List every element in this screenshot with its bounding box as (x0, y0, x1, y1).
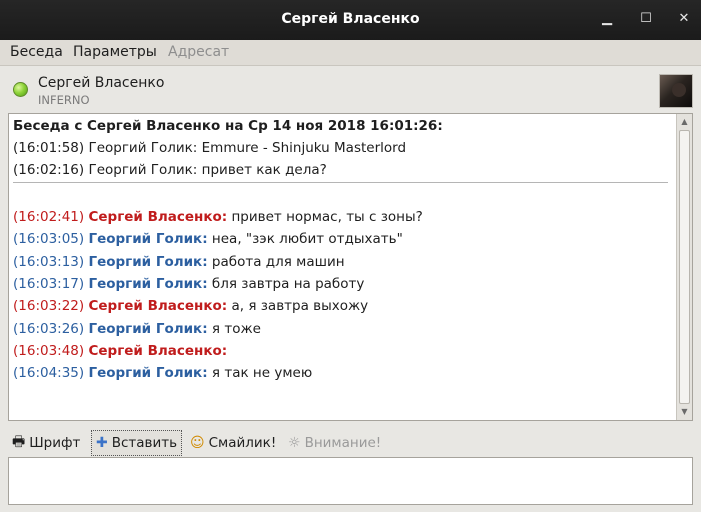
history-line: (16:02:16) Георгий Голик: привет как дел… (13, 162, 327, 178)
message-timestamp: (16:03:13) (13, 253, 85, 270)
message-text: неа, "зэк любит отдыхать" (211, 231, 403, 248)
close-button[interactable]: ✕ (672, 8, 696, 30)
insert-button-label: Вставить (111, 435, 178, 451)
message-text: а, я завтра выхожу (231, 298, 369, 315)
message-timestamp: (16:02:41) (13, 209, 85, 225)
scroll-down-arrow-icon[interactable]: ▼ (677, 405, 692, 419)
message-text: работа для машин (211, 253, 345, 270)
smiley-icon: ☺ (190, 435, 205, 451)
attention-icon: ☼ (288, 435, 301, 451)
message-sender: Сергей Власенко: (88, 209, 228, 225)
avatar[interactable] (659, 74, 693, 108)
contact-status-text: INFERNO (38, 93, 90, 107)
message-sender: Георгий Голик: (88, 365, 208, 382)
message-input[interactable] (8, 457, 693, 505)
menu-buddy[interactable]: Адресат (168, 44, 229, 60)
format-toolbar: 🖶 Шрифт ✚ Вставить ☺ Смайлик! ☼ Внимание… (8, 430, 693, 456)
message-line: (16:03:05) Георгий Голик: неа, "зэк люби… (13, 231, 403, 247)
message-timestamp: (16:03:22) (13, 298, 85, 315)
plus-icon: ✚ (96, 435, 108, 451)
history-divider (13, 182, 668, 183)
message-text: привет нормас, ты с зоны? (231, 209, 423, 225)
font-button-label: Шрифт (29, 435, 81, 451)
message-line: (16:03:48) Сергей Власенко: (13, 343, 227, 359)
message-timestamp: (16:04:35) (13, 365, 85, 382)
message-timestamp: (16:03:17) (13, 275, 85, 292)
attention-button-label: Внимание! (304, 435, 382, 451)
menu-bar: Беседа Параметры Адресат (0, 40, 701, 66)
message-sender: Георгий Голик: (88, 231, 208, 248)
title-bar: Сергей Власенко ▁ ☐ ✕ (0, 0, 701, 40)
message-line: (16:04:35) Георгий Голик: я так не умею (13, 365, 312, 381)
message-line: (16:03:22) Сергей Власенко: а, я завтра … (13, 298, 368, 314)
smiley-button[interactable]: ☺ Смайлик! (190, 430, 276, 456)
conversation-header: Беседа с Сергей Власенко на Ср 14 ноя 20… (13, 118, 443, 134)
contact-header: Сергей Власенко INFERNO (0, 66, 701, 113)
message-sender: Георгий Голик: (88, 253, 208, 270)
message-timestamp: (16:03:05) (13, 231, 85, 248)
conversation-content: Беседа с Сергей Власенко на Ср 14 ноя 20… (9, 114, 675, 420)
chat-scrollbar[interactable]: ▲ ▼ (676, 114, 692, 420)
message-line: (16:03:13) Георгий Голик: работа для маш… (13, 254, 345, 270)
insert-button[interactable]: ✚ Вставить (91, 430, 183, 456)
message-text: я тоже (211, 320, 261, 337)
conversation-log[interactable]: Беседа с Сергей Власенко на Ср 14 ноя 20… (8, 113, 693, 421)
message-sender: Георгий Голик: (88, 275, 208, 292)
message-text: бля завтра на работу (211, 275, 365, 292)
message-line: (16:03:17) Георгий Голик: бля завтра на … (13, 276, 364, 292)
message-sender: Сергей Власенко: (88, 298, 228, 315)
message-timestamp: (16:03:48) (13, 342, 85, 359)
menu-options[interactable]: Параметры (73, 44, 157, 60)
attention-button[interactable]: ☼ Внимание! (288, 430, 381, 456)
font-button[interactable]: 🖶 Шрифт (12, 430, 80, 456)
message-line: (16:03:26) Георгий Голик: я тоже (13, 321, 261, 337)
font-icon: 🖶 (12, 434, 26, 450)
message-text: я так не умею (211, 365, 313, 382)
message-line: (16:02:41) Сергей Власенко: привет норма… (13, 209, 423, 225)
available-status-icon (13, 82, 28, 97)
message-sender: Георгий Голик: (88, 320, 208, 337)
scrollbar-thumb[interactable] (679, 130, 690, 404)
message-sender: Сергей Власенко: (88, 342, 228, 359)
contact-name: Сергей Власенко (38, 75, 165, 91)
history-line: (16:01:58) Георгий Голик: Emmure - Shinj… (13, 140, 407, 156)
menu-conversation[interactable]: Беседа (10, 44, 63, 60)
smiley-button-label: Смайлик! (208, 435, 277, 451)
maximize-button[interactable]: ☐ (634, 8, 658, 30)
scroll-up-arrow-icon[interactable]: ▲ (677, 115, 692, 129)
minimize-button[interactable]: ▁ (595, 8, 619, 30)
message-timestamp: (16:03:26) (13, 320, 85, 337)
conversation-window: Сергей Власенко ▁ ☐ ✕ Беседа Параметры А… (0, 0, 701, 512)
